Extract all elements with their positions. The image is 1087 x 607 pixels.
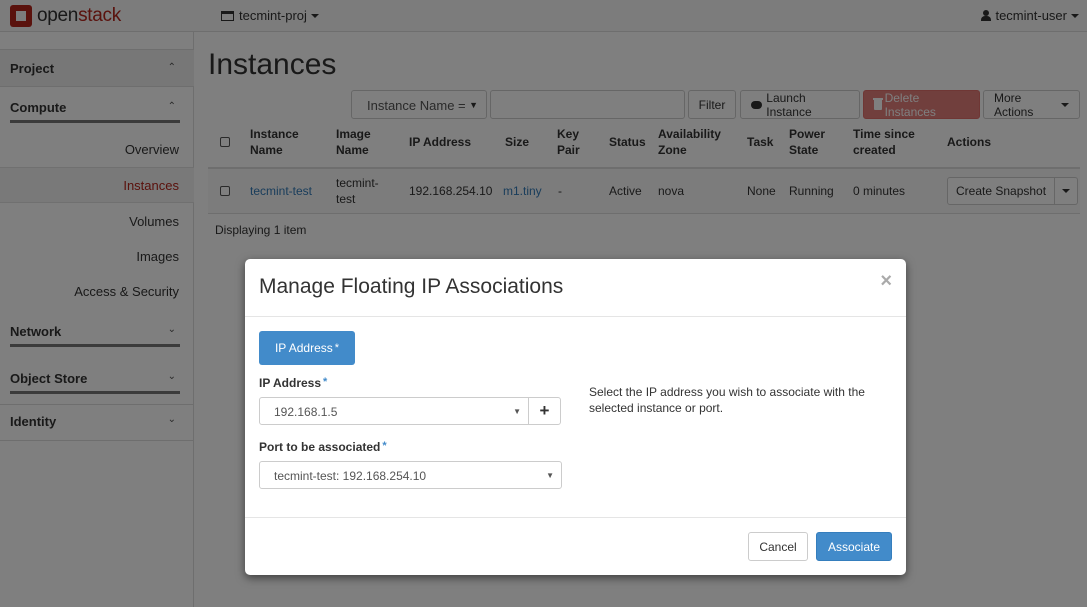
close-icon[interactable]: × [880,271,892,291]
help-text: Select the IP address you wish to associ… [589,385,865,415]
required-asterisk: * [382,440,387,452]
modal-header-divider [245,316,906,317]
allocate-ip-plus-button[interactable]: + [528,397,561,425]
ip-address-select[interactable]: 192.168.1.5 ▼ [259,397,529,425]
modal-title: Manage Floating IP Associations [259,275,564,298]
associate-button[interactable]: Associate [816,532,892,561]
ip-address-value: 192.168.1.5 [274,405,338,419]
plus-icon: + [539,401,550,420]
required-asterisk: * [334,342,340,354]
modal-footer-divider [245,517,906,518]
port-label: Port to be associated * [259,440,387,454]
port-select[interactable]: tecmint-test: 192.168.254.10 ▼ [259,461,562,489]
tab-ip-address-label: IP Address [274,341,333,355]
tab-ip-address[interactable]: IP Address * [259,331,355,365]
required-asterisk: * [323,376,328,388]
ip-address-label: IP Address * [259,376,328,390]
caret-down-icon: ▼ [546,471,554,480]
caret-down-icon: ▼ [513,407,521,416]
associate-button-label: Associate [827,539,881,554]
manage-floating-ip-modal: Manage Floating IP Associations × IP Add… [245,259,906,575]
cancel-button-label: Cancel [759,539,797,554]
cancel-button[interactable]: Cancel [748,532,808,561]
port-value: tecmint-test: 192.168.254.10 [274,469,427,483]
